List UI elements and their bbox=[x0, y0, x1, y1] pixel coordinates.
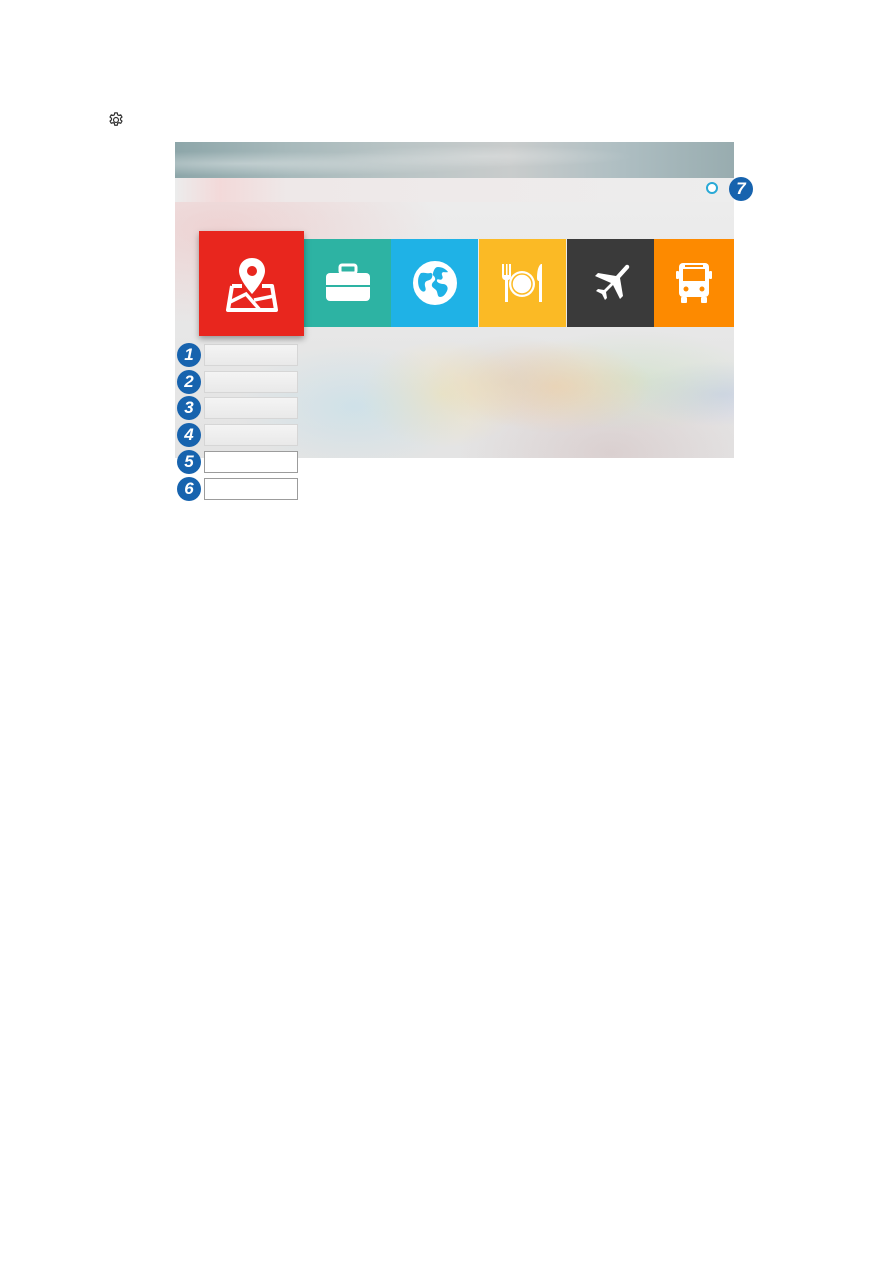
menu-item-1[interactable] bbox=[204, 344, 298, 366]
callout-badge-4: 4 bbox=[177, 423, 201, 447]
gear-icon[interactable] bbox=[107, 111, 125, 129]
callout-badge-6: 6 bbox=[177, 477, 201, 501]
callout-badge-2: 2 bbox=[177, 370, 201, 394]
menu-item-5[interactable] bbox=[204, 451, 298, 473]
callout-badge-5: 5 bbox=[177, 450, 201, 474]
map-pin-icon bbox=[225, 257, 278, 312]
category-tile-bus[interactable] bbox=[654, 239, 734, 327]
category-tile-airplane[interactable] bbox=[567, 239, 654, 327]
briefcase-icon bbox=[325, 263, 370, 301]
menu-item-2[interactable] bbox=[204, 371, 298, 393]
screen-title-bar bbox=[175, 178, 734, 202]
indicator-ring-icon[interactable] bbox=[706, 182, 718, 194]
category-tile-briefcase[interactable] bbox=[304, 239, 391, 327]
callout-badge-3: 3 bbox=[177, 396, 201, 420]
dining-icon bbox=[501, 264, 542, 302]
category-tile-map-selected[interactable] bbox=[199, 231, 304, 336]
screen-header-band bbox=[175, 142, 734, 178]
airplane-icon bbox=[594, 264, 629, 300]
bus-icon bbox=[676, 263, 712, 303]
category-tile-dining[interactable] bbox=[479, 239, 566, 327]
globe-icon bbox=[412, 261, 457, 305]
category-tile-globe[interactable] bbox=[391, 239, 478, 327]
menu-item-3[interactable] bbox=[204, 397, 298, 419]
menu-item-4[interactable] bbox=[204, 424, 298, 446]
callout-badge-1: 1 bbox=[177, 343, 201, 367]
callout-badge-7: 7 bbox=[729, 177, 753, 201]
menu-item-6[interactable] bbox=[204, 478, 298, 500]
